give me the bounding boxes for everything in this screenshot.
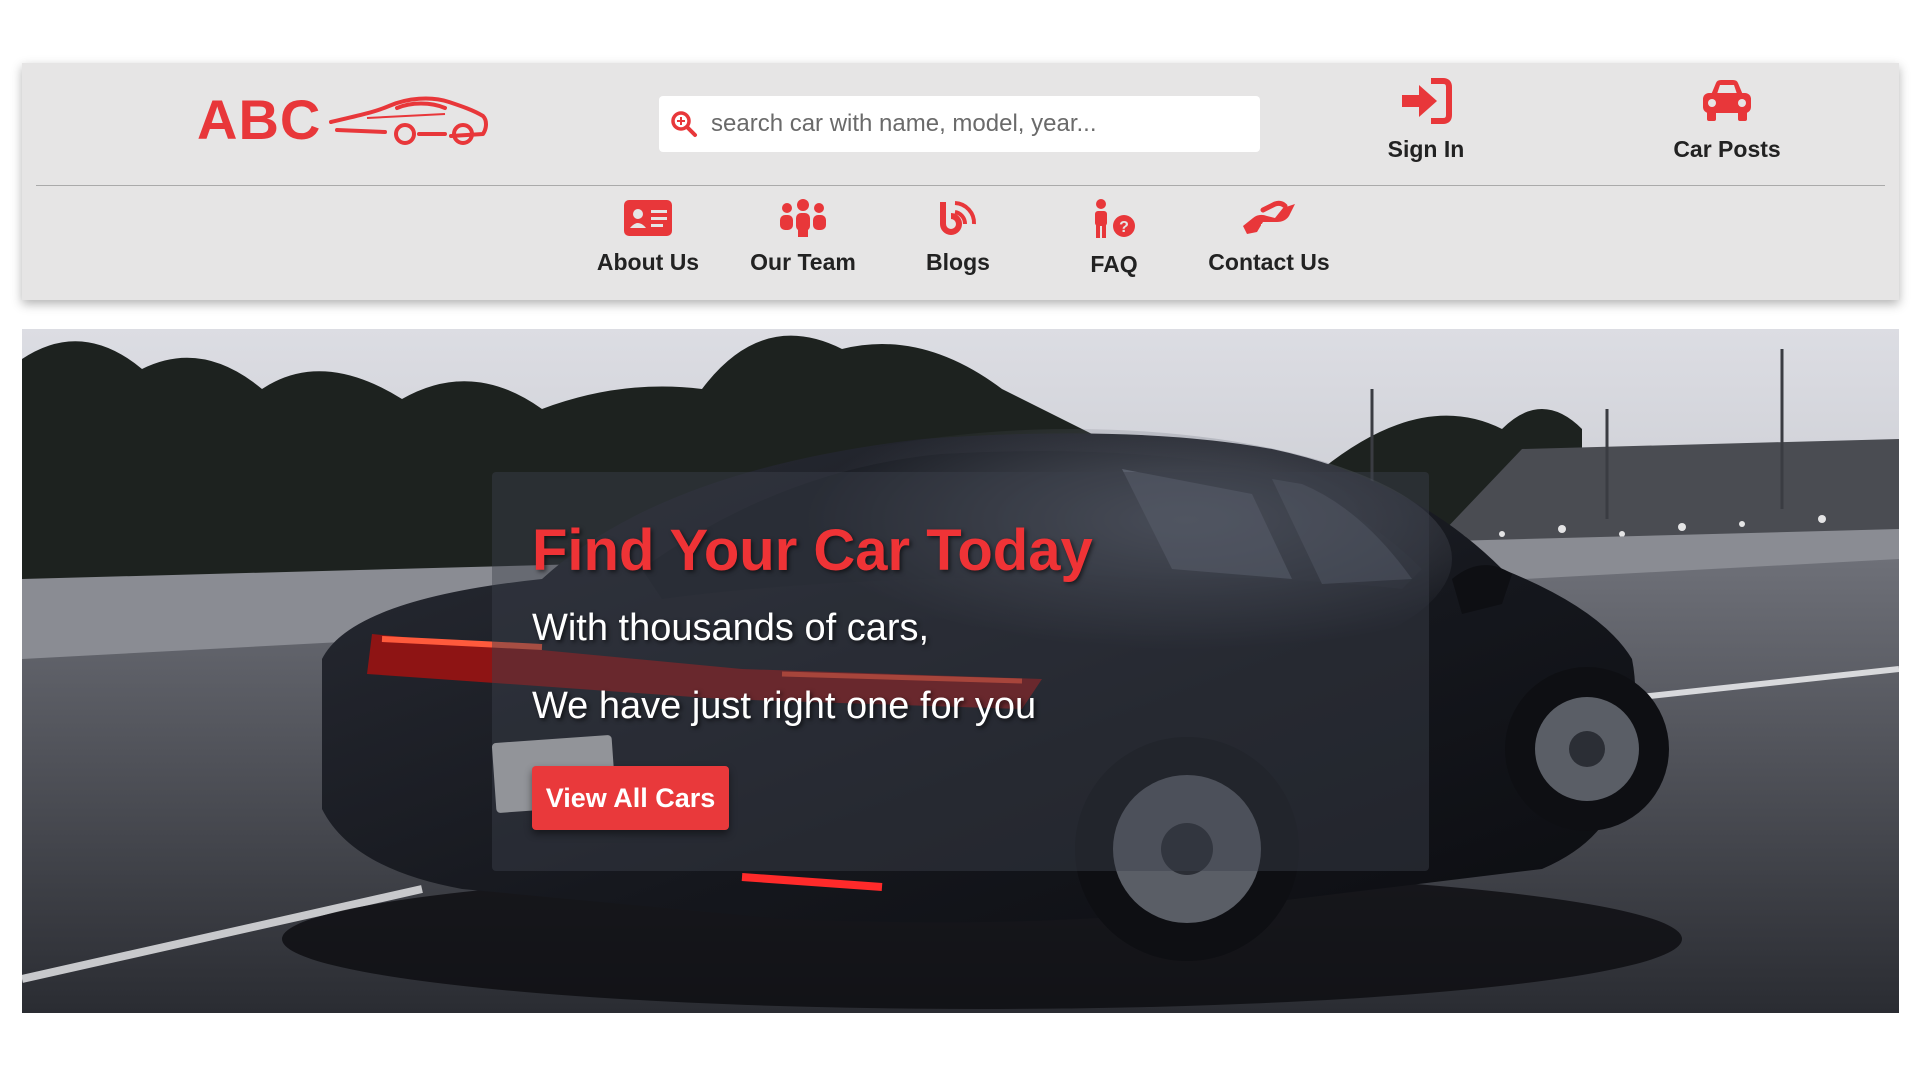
sign-in-icon — [1402, 78, 1452, 124]
nav-item-contact-us[interactable]: Contact Us — [1194, 198, 1344, 276]
brand-logo[interactable]: ABC — [197, 90, 492, 150]
search-box — [659, 96, 1260, 152]
id-card-icon — [624, 200, 672, 236]
nav-label-blogs: Blogs — [926, 249, 990, 275]
hero-subtitle-line1: With thousands of cars, — [532, 607, 930, 649]
nav-item-faq[interactable]: ? FAQ — [1039, 198, 1189, 278]
brand-name: ABC — [197, 88, 322, 151]
hero-subtitle-line2: We have just right one for you — [532, 685, 1037, 727]
view-all-cars-button[interactable]: View All Cars — [532, 766, 729, 830]
nav-label-our-team: Our Team — [750, 249, 856, 275]
nav-label-about-us: About Us — [596, 249, 700, 275]
handshake-icon — [1243, 200, 1295, 234]
nav-label-contact-us: Contact Us — [1208, 249, 1330, 275]
car-posts-label: Car Posts — [1673, 136, 1781, 162]
search-input[interactable] — [709, 109, 1243, 139]
blog-icon — [940, 201, 977, 235]
hero-banner: Find Your Car Today With thousands of ca… — [22, 329, 1899, 1013]
nav-label-faq: FAQ — [1090, 251, 1138, 277]
logo-car-icon — [329, 96, 489, 145]
car-posts-button[interactable]: Car Posts — [1652, 77, 1802, 163]
sign-in-button[interactable]: Sign In — [1351, 77, 1501, 163]
team-icon — [780, 199, 826, 237]
header-divider — [36, 185, 1885, 186]
svg-text:?: ? — [1119, 219, 1129, 236]
faq-icon: ? — [1095, 199, 1135, 238]
nav-item-blogs[interactable]: Blogs — [883, 198, 1033, 276]
nav-item-about-us[interactable]: About Us — [573, 198, 723, 276]
search-icon[interactable] — [659, 110, 709, 138]
site-header: ABC Sign In — [22, 63, 1899, 300]
main-nav: About Us Our Team Blogs ? FAQ Contact Us — [22, 198, 1899, 293]
sign-in-label: Sign In — [1387, 136, 1465, 162]
hero-card: Find Your Car Today With thousands of ca… — [492, 472, 1429, 871]
hero-title: Find Your Car Today — [532, 518, 1093, 583]
nav-item-our-team[interactable]: Our Team — [728, 198, 878, 276]
car-icon — [1703, 80, 1751, 121]
